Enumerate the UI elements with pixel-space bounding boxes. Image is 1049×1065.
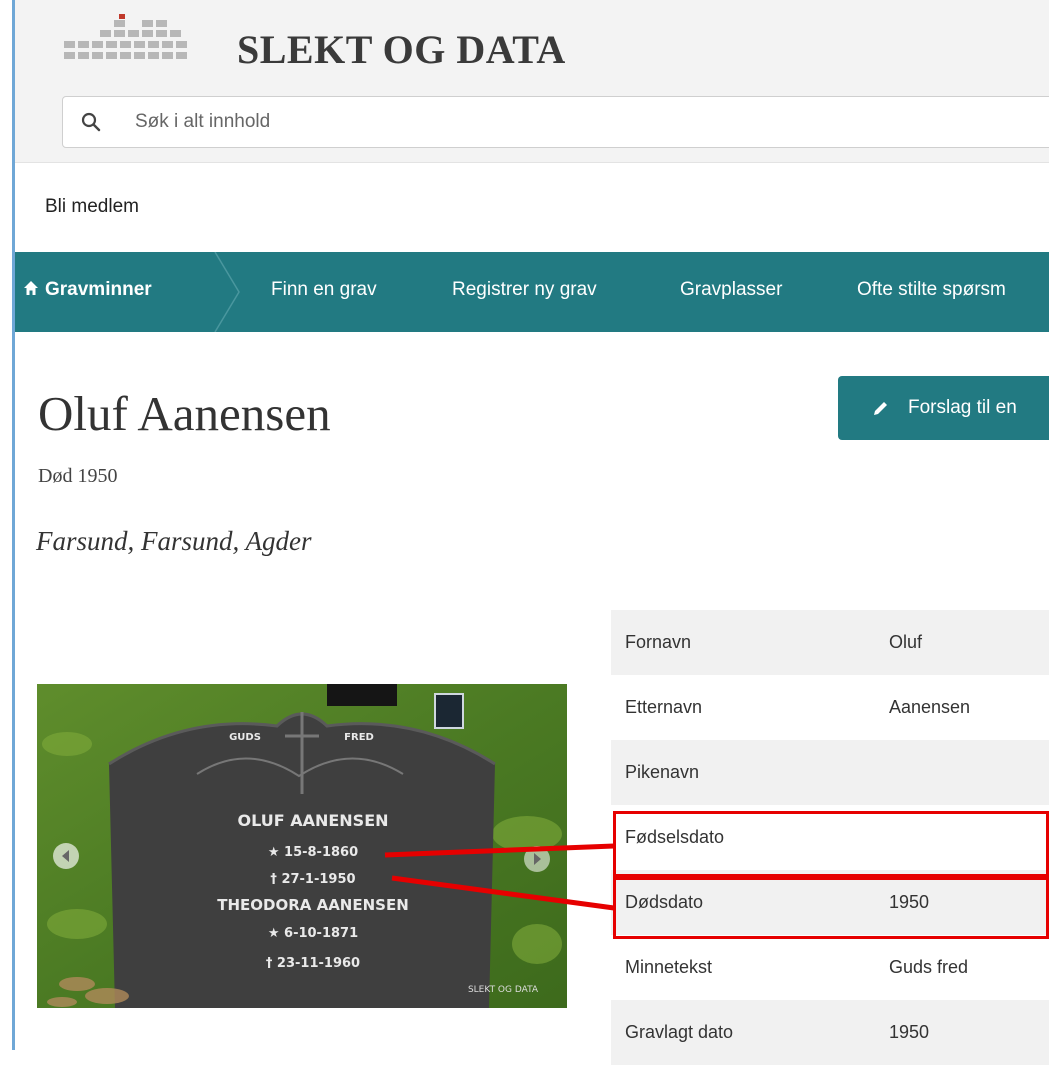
breadcrumb-separator: [214, 252, 240, 332]
nav-finn-en-grav[interactable]: Finn en grav: [271, 279, 377, 301]
member-bar: Bli medlem: [15, 163, 1049, 249]
details-row-minnetekst: Minnetekst Guds fred: [611, 935, 1049, 1000]
site-name: SLEKT OG DATA: [237, 27, 566, 72]
become-member-link[interactable]: Bli medlem: [45, 196, 139, 218]
gravestone-line-3: † 27-1-1950: [270, 872, 355, 887]
gravestone-line-6: † 23-11-1960: [266, 956, 360, 971]
nav-registrer-ny-grav[interactable]: Registrer ny grav: [452, 279, 597, 301]
details-row-etternavn: Etternavn Aanensen: [611, 675, 1049, 740]
details-row-pikenavn: Pikenavn: [611, 740, 1049, 805]
gravestone-photo[interactable]: GUDS FRED OLUF AANENSEN ★ 15-8-1860 † 27…: [37, 684, 567, 1008]
details-value: Oluf: [889, 632, 923, 652]
chevron-right-icon: [534, 853, 541, 865]
gravestone-line-2: ★ 15-8-1860: [268, 845, 358, 860]
details-row-gravlagt-dato: Gravlagt dato 1950: [611, 1000, 1049, 1065]
nav-home-gravminner[interactable]: Gravminner: [23, 279, 152, 301]
gravestone-image: GUDS FRED OLUF AANENSEN ★ 15-8-1860 † 27…: [37, 684, 567, 1008]
suggest-edit-label: Forslag til en: [908, 397, 1017, 418]
gravestone-text-top-left: GUDS: [229, 732, 261, 743]
death-year: Død 1950: [38, 465, 118, 487]
pencil-icon: [874, 402, 887, 415]
main-nav: Gravminner Finn en grav Registrer ny gra…: [15, 252, 1049, 332]
gravestone-line-4: THEODORA AANENSEN: [217, 896, 409, 914]
highlight-box-fodselsdato: [613, 811, 1049, 877]
chevron-left-icon: [62, 850, 69, 862]
details-value: [875, 740, 1049, 805]
page-title: Oluf Aanensen: [38, 386, 331, 441]
details-row-fornavn: Fornavn Oluf: [611, 610, 1049, 675]
details-label: Etternavn: [625, 697, 703, 717]
details-label: Gravlagt dato: [625, 1022, 734, 1042]
gravestone-line-1: OLUF AANENSEN: [237, 811, 388, 830]
details-value: Aanensen: [889, 697, 971, 717]
home-icon: [24, 281, 38, 295]
site-header: SLEKT OG DATA: [15, 0, 1049, 163]
gravestone-text-top-right: FRED: [344, 732, 374, 743]
grid-logo-icon: [64, 14, 187, 59]
details-value: Guds fred: [889, 957, 969, 977]
grave-location: Farsund, Farsund, Agder: [36, 526, 312, 556]
details-label: Minnetekst: [625, 957, 713, 977]
gallery-next-button[interactable]: [524, 846, 550, 872]
gravestone-line-5: ★ 6-10-1871: [268, 926, 358, 941]
search-bar: [62, 96, 1049, 148]
photo-watermark: SLEKT OG DATA: [468, 985, 539, 995]
nav-home-label: Gravminner: [45, 279, 152, 300]
search-icon[interactable]: [79, 110, 103, 134]
details-label: Pikenavn: [625, 762, 700, 782]
details-label: Fornavn: [625, 632, 692, 652]
details-value: 1950: [889, 1022, 930, 1042]
search-input[interactable]: [133, 105, 1037, 139]
nav-ofte-stilte-sporsmal[interactable]: Ofte stilte spørsm: [857, 279, 1006, 301]
gallery-prev-button[interactable]: [53, 843, 79, 869]
suggest-edit-button[interactable]: Forslag til en: [838, 376, 1049, 440]
highlight-box-dodsdato: [613, 877, 1049, 939]
nav-gravplasser[interactable]: Gravplasser: [680, 279, 782, 301]
